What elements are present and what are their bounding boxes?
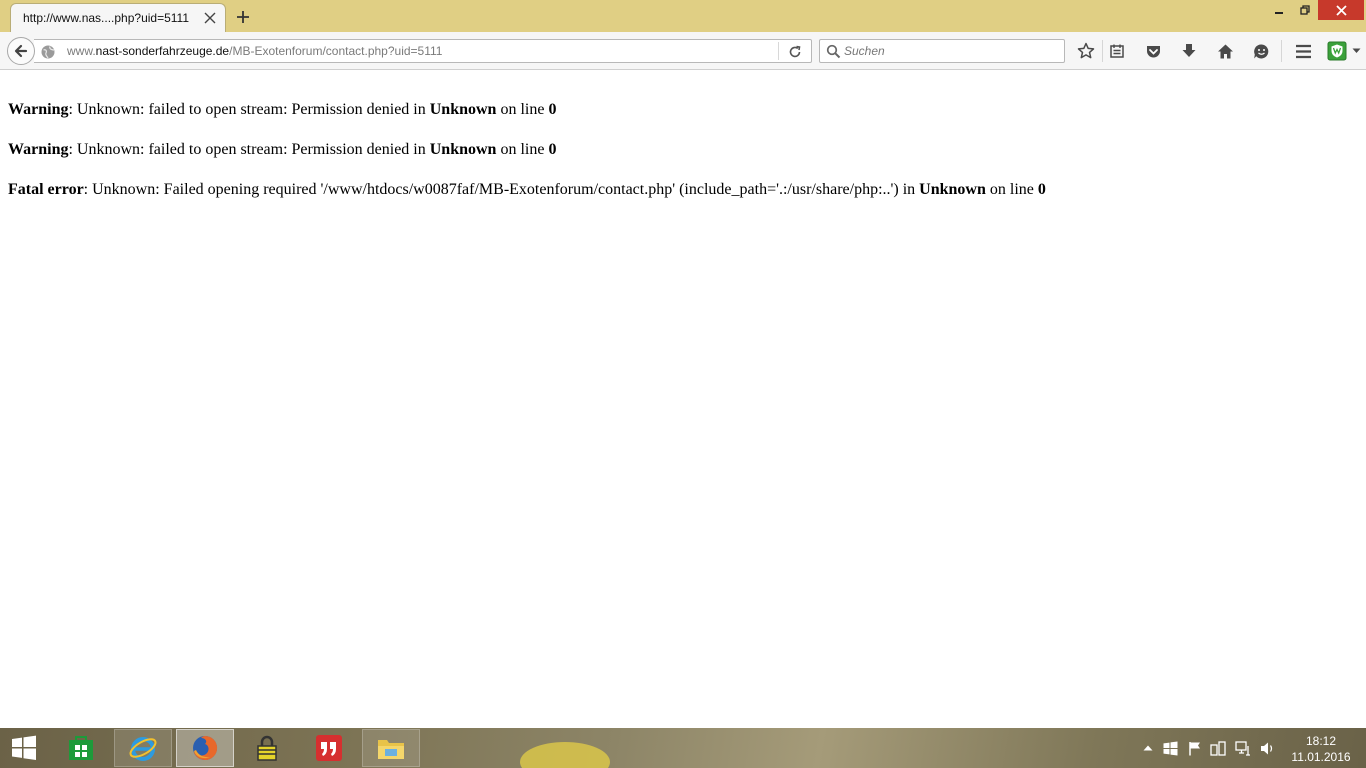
error-line-number: 0 (1037, 181, 1046, 198)
windows-tray-icon[interactable] (1162, 740, 1178, 756)
error-location: Unknown (429, 141, 497, 158)
search-bar[interactable] (819, 39, 1065, 63)
search-input[interactable] (844, 42, 1058, 60)
download-icon[interactable] (1179, 41, 1199, 61)
browser-tab[interactable]: http://www.nas....php?uid=5111 (10, 3, 226, 32)
error-text: : Unknown: failed to open stream: Permis… (68, 141, 430, 158)
action-center-flag-icon[interactable] (1187, 740, 1203, 756)
reading-list-icon[interactable] (1107, 41, 1127, 61)
network-monitor-icon[interactable] (1235, 740, 1251, 756)
addon-shield-icon[interactable] (1326, 41, 1348, 61)
firefox-app-icon[interactable] (176, 729, 234, 767)
error-text: : Unknown: failed to open stream: Permis… (68, 101, 430, 118)
windows-taskbar: 18:12 11.01.2016 (0, 728, 1366, 768)
error-label: Warning (8, 101, 69, 118)
pocket-icon[interactable] (1143, 41, 1163, 61)
quote-app-icon[interactable] (300, 729, 358, 767)
network-devices-icon[interactable] (1210, 740, 1226, 756)
wallpaper-decoration (520, 742, 610, 768)
clock-time: 18:12 (1305, 734, 1337, 748)
url-bar[interactable]: www.nast-sonderfahrzeuge.de/MB-Exotenfor… (34, 39, 812, 63)
browser-toolbar: www.nast-sonderfahrzeuge.de/MB-Exotenfor… (0, 32, 1366, 70)
error-message: Warning: Unknown: failed to open stream:… (8, 100, 1358, 119)
error-line-text: on line (985, 181, 1038, 198)
globe-icon[interactable] (40, 44, 56, 60)
url-path: /MB-Exotenforum/contact.php?uid=5111 (229, 44, 443, 58)
url-host: nast-sonderfahrzeuge.de (95, 44, 230, 58)
error-label: Fatal error (8, 181, 84, 198)
error-text: : Unknown: Failed opening required '/www… (83, 181, 920, 198)
back-button[interactable] (7, 37, 35, 65)
error-location: Unknown (429, 101, 497, 118)
minimize-icon[interactable] (1266, 0, 1292, 20)
search-icon[interactable] (826, 44, 842, 60)
error-line-text: on line (496, 101, 549, 118)
toolbar-divider (1102, 40, 1103, 62)
error-line-number: 0 (548, 141, 557, 158)
chevron-up-icon[interactable] (1140, 740, 1156, 756)
toolbar-divider (1281, 40, 1282, 62)
window-close-icon[interactable] (1318, 0, 1364, 20)
hello-chat-icon[interactable] (1251, 41, 1271, 61)
internet-explorer-app-icon[interactable] (114, 729, 172, 767)
file-explorer-app-icon[interactable] (362, 729, 420, 767)
system-clock[interactable]: 18:12 11.01.2016 (1284, 733, 1358, 765)
error-message: Fatal error: Unknown: Failed opening req… (8, 180, 1358, 199)
home-icon[interactable] (1215, 41, 1235, 61)
arrow-left-icon (14, 44, 28, 58)
volume-icon[interactable] (1260, 740, 1276, 756)
page-content: Warning: Unknown: failed to open stream:… (8, 100, 1358, 220)
url-prefix: www. (67, 44, 96, 58)
hamburger-menu-icon[interactable] (1293, 41, 1313, 61)
error-line-text: on line (496, 141, 549, 158)
tab-title: http://www.nas....php?uid=5111 (23, 11, 190, 25)
url-bar-divider (778, 42, 779, 60)
start-button[interactable] (6, 732, 42, 764)
bookmark-star-icon[interactable] (1076, 41, 1096, 61)
tab-close-icon[interactable] (201, 9, 219, 27)
windows-logo-icon (12, 735, 36, 760)
store-app-icon[interactable] (52, 729, 110, 767)
error-label: Warning (8, 141, 69, 158)
reload-icon[interactable] (786, 43, 804, 61)
browser-titlebar: http://www.nas....php?uid=5111 (0, 0, 1366, 32)
restore-icon[interactable] (1292, 0, 1318, 20)
security-lock-app-icon[interactable] (238, 729, 296, 767)
chevron-down-icon[interactable] (1350, 41, 1362, 61)
error-location: Unknown (919, 181, 986, 198)
new-tab-icon[interactable] (232, 6, 254, 28)
error-message: Warning: Unknown: failed to open stream:… (8, 140, 1358, 159)
url-text[interactable]: www.nast-sonderfahrzeuge.de/MB-Exotenfor… (67, 44, 442, 58)
error-line-number: 0 (548, 101, 557, 118)
clock-date: 11.01.2016 (1291, 750, 1351, 764)
